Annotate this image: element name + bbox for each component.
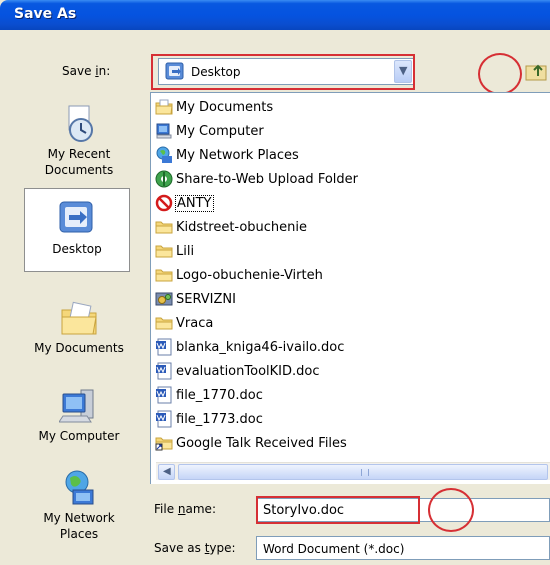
- list-item[interactable]: My Computer: [155, 119, 264, 143]
- place-my-network-places[interactable]: My Network Places: [20, 468, 138, 542]
- network-places-icon: [156, 146, 172, 163]
- list-item[interactable]: evaluationToolKID.doc: [155, 359, 319, 383]
- forbidden-icon: [155, 194, 173, 212]
- list-item[interactable]: Vraca: [155, 311, 213, 335]
- place-my-computer[interactable]: My Computer: [20, 386, 138, 444]
- my-computer-icon: [156, 123, 172, 139]
- folder-icon: [155, 317, 173, 330]
- up-one-level-icon[interactable]: [522, 58, 550, 86]
- my-documents-icon: [61, 301, 97, 335]
- list-item[interactable]: blanka_kniga46-ivailo.doc: [155, 335, 344, 359]
- save-as-type-label: Save as type:: [154, 541, 236, 555]
- network-places-icon: [65, 470, 94, 505]
- list-item[interactable]: Google Talk Received Files: [155, 431, 347, 455]
- web-folder-icon: [155, 170, 173, 188]
- list-item[interactable]: Lili: [155, 239, 194, 263]
- list-item[interactable]: Share-to-Web Upload Folder: [155, 167, 358, 191]
- save-in-label: Save in:: [62, 64, 111, 78]
- title-bar[interactable]: Save As: [0, 0, 550, 30]
- word-doc-icon: [156, 410, 172, 428]
- desktop-icon: [59, 201, 93, 233]
- list-item[interactable]: My Documents: [155, 95, 273, 119]
- save-in-dropdown-button[interactable]: ▼: [394, 60, 412, 83]
- word-doc-icon: [156, 362, 172, 380]
- word-doc-icon: [156, 338, 172, 356]
- place-my-recent-documents[interactable]: My Recent Documents: [20, 104, 138, 178]
- recent-documents-icon: [68, 105, 93, 142]
- dialog-title: Save As: [14, 6, 77, 22]
- word-doc-icon: [156, 386, 172, 404]
- list-item[interactable]: file_1770.doc: [155, 383, 263, 407]
- shortcut-folder-icon: [155, 437, 173, 451]
- scroll-left-button[interactable]: ◀: [158, 464, 175, 480]
- grip-icon: [361, 469, 369, 476]
- settings-folder-icon: [155, 292, 173, 306]
- file-list[interactable]: My Documents My Computer My Network Plac…: [150, 92, 550, 484]
- save-in-dropdown[interactable]: Desktop ▼: [158, 58, 414, 85]
- annotation-circle: [478, 53, 522, 95]
- chevron-left-icon: ◀: [163, 466, 171, 477]
- list-item[interactable]: file_1773.doc: [155, 407, 263, 431]
- annotation-circle: [428, 488, 474, 532]
- save-in-value: Desktop: [191, 65, 241, 79]
- save-as-type-dropdown[interactable]: Word Document (*.doc): [256, 536, 550, 560]
- list-item[interactable]: Kidstreet-obuchenie: [155, 215, 307, 239]
- list-item[interactable]: Logo-obuchenie-Virteh: [155, 263, 323, 287]
- place-desktop[interactable]: Desktop: [24, 188, 130, 272]
- my-computer-icon: [59, 389, 94, 423]
- horizontal-scrollbar[interactable]: ◀: [156, 462, 550, 480]
- my-documents-icon: [155, 99, 173, 115]
- list-item[interactable]: SERVIZNI: [155, 287, 236, 311]
- list-item[interactable]: My Network Places: [155, 143, 299, 167]
- places-bar: My Recent Documents Desktop My Documents: [20, 90, 138, 565]
- place-my-documents[interactable]: My Documents: [20, 298, 138, 356]
- folder-icon: [155, 269, 173, 282]
- chevron-down-icon: ▼: [399, 64, 408, 77]
- folder-icon: [155, 221, 173, 234]
- list-item[interactable]: ANTY: [155, 191, 214, 215]
- file-name-input[interactable]: StoryIvo.doc: [256, 498, 550, 522]
- desktop-icon: [165, 62, 184, 80]
- save-as-dialog: Save As Save in: Desktop ▼ My Recent Doc…: [0, 0, 550, 565]
- folder-icon: [155, 245, 173, 258]
- scrollbar-thumb[interactable]: [178, 464, 548, 480]
- file-name-label: File name:: [154, 502, 216, 516]
